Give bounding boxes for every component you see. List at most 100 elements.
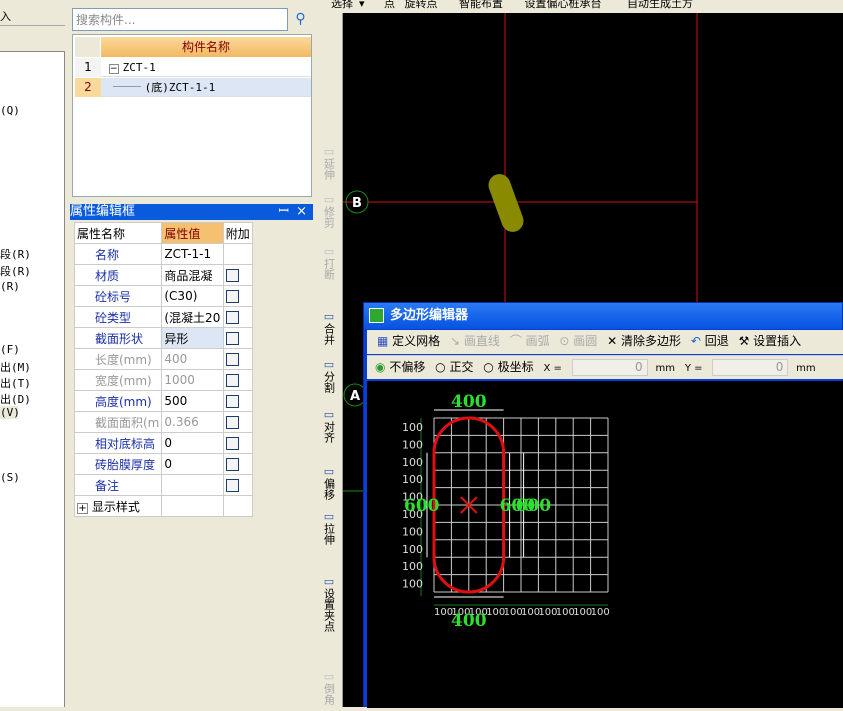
property-row[interactable]: 高度(mm) 500 xyxy=(73,390,254,412)
menu-item[interactable]: (Q) xyxy=(0,104,20,117)
tool-6[interactable]: ▭ 偏移 xyxy=(318,465,340,500)
close-icon[interactable]: × xyxy=(296,204,307,220)
extra-checkbox[interactable] xyxy=(225,416,239,429)
auto-earthwork-button[interactable]: 自动生成土方 xyxy=(627,0,693,9)
menu-item[interactable]: 段(R) xyxy=(0,246,31,262)
table-row[interactable]: 1 − ZCT-1 xyxy=(75,58,311,77)
dim-bottom: 400 xyxy=(451,611,487,631)
dim-right: 600 xyxy=(516,496,552,516)
menu-item-selected[interactable]: (V) xyxy=(0,406,20,419)
tool-2[interactable]: ▭ 打断 xyxy=(318,245,340,280)
property-row[interactable]: 长度(mm) 400 xyxy=(73,348,254,370)
menu-item[interactable]: (S) xyxy=(0,471,20,484)
smart-layout-button[interactable]: 智能布置 xyxy=(459,0,503,9)
polygon-canvas[interactable]: 100 100 100 100 100 100 100 100 100 100 100 100 100 1… xyxy=(367,381,843,708)
extra-checkbox[interactable] xyxy=(225,395,239,408)
table-row-selected[interactable]: 2 (底)ZCT-1-1 xyxy=(75,78,311,97)
property-value[interactable]: ZCT-1-1 xyxy=(161,243,224,265)
label: 画直线 xyxy=(463,334,500,348)
dropdown-icon[interactable]: ▾ xyxy=(359,0,365,9)
extra-cell xyxy=(222,411,254,433)
define-grid-button[interactable]: ▦ 定义网格 xyxy=(377,330,440,352)
property-value[interactable]: (混凝土20 xyxy=(161,306,224,328)
menu-item[interactable]: 出(M) xyxy=(0,359,31,375)
property-value[interactable]: 1000 xyxy=(161,369,224,391)
property-value[interactable]: 0.366 xyxy=(161,411,224,433)
label: 设置插入 xyxy=(753,334,802,348)
extra-checkbox[interactable] xyxy=(225,332,239,345)
property-row[interactable]: 截面面积(m 0.366 xyxy=(73,411,254,433)
property-row[interactable]: 截面形状 异形 xyxy=(73,327,254,349)
clear-polygon-button[interactable]: ✕ 清除多边形 xyxy=(607,330,681,352)
property-value[interactable] xyxy=(161,474,224,496)
dim-top: 400 xyxy=(451,392,487,412)
extra-checkbox[interactable] xyxy=(225,269,239,282)
property-value[interactable]: 0 xyxy=(161,432,224,454)
menu-item[interactable]: (R) xyxy=(0,280,20,293)
property-value[interactable]: 0 xyxy=(161,453,224,475)
property-row[interactable]: 名称 ZCT-1-1 xyxy=(73,243,254,265)
eccentric-cap-button[interactable]: 设置偏心桩承台 xyxy=(525,0,602,9)
y-input[interactable]: 0 xyxy=(712,359,789,376)
property-value[interactable]: 异形 xyxy=(161,327,224,349)
rotate-point-button[interactable]: 旋转点 xyxy=(405,0,438,9)
select-button[interactable]: 选择 xyxy=(331,0,353,9)
tool-4[interactable]: ▭ 分割 xyxy=(318,358,340,393)
property-value[interactable]: 400 xyxy=(161,348,224,370)
app-icon xyxy=(369,308,384,323)
extra-checkbox[interactable] xyxy=(225,437,239,450)
mode-polar[interactable]: ○ 极坐标 xyxy=(483,356,533,378)
menu-item[interactable]: 段(R) xyxy=(0,263,31,279)
property-row[interactable]: 材质 商品混凝 xyxy=(73,264,254,286)
tool-8[interactable]: ▭ 设置夹点 xyxy=(318,575,340,632)
pin-icon[interactable]: ꟷ xyxy=(278,204,289,220)
property-value[interactable]: 商品混凝 xyxy=(161,264,224,286)
group-display-style[interactable]: + 显示样式 xyxy=(73,495,163,517)
extra-checkbox[interactable] xyxy=(225,290,239,303)
search-input[interactable]: 搜索构件... xyxy=(72,8,288,31)
property-row[interactable]: 备注 xyxy=(73,474,254,496)
component-panel: 搜索构件... ⚲ 构件名称 1 − ZCT-1 2 (底)ZCT-1-1 属性… xyxy=(70,0,315,707)
tool-icon: ▭ xyxy=(323,465,335,478)
draw-line-button[interactable]: ↘ 画直线 xyxy=(450,330,500,352)
pile-cap-shape[interactable] xyxy=(485,171,526,235)
property-value[interactable]: (C30) xyxy=(161,285,224,307)
extra-checkbox[interactable] xyxy=(225,374,239,387)
search-icon[interactable]: ⚲ xyxy=(289,8,312,31)
tool-label: 设置夹点 xyxy=(322,588,336,632)
collapse-icon[interactable]: − xyxy=(108,64,119,74)
menu-item[interactable]: (F) xyxy=(0,343,20,356)
tool-0[interactable]: ▭ 延伸 xyxy=(318,145,340,180)
mode-no-offset[interactable]: ◉ 不偏移 xyxy=(375,356,425,378)
property-value[interactable]: 500 xyxy=(161,390,224,412)
mode-orthogonal[interactable]: ○ 正交 xyxy=(435,356,473,378)
dialog-title-bar[interactable]: 多边形编辑器 xyxy=(364,303,842,329)
property-row[interactable]: 砖胎膜厚度 0 xyxy=(73,453,254,475)
property-row[interactable]: 砼类型 (混凝土20 xyxy=(73,306,254,328)
draw-arc-button[interactable]: ⌒ 画弧 xyxy=(510,330,550,352)
draw-circle-button[interactable]: ⊙ 画圆 xyxy=(559,330,597,352)
extra-checkbox[interactable] xyxy=(225,311,239,324)
set-insert-button[interactable]: ⚒ 设置插入 xyxy=(739,330,802,352)
menu-item[interactable]: 入 xyxy=(0,8,11,24)
menu-item[interactable]: 出(D) xyxy=(0,391,31,407)
menu-item[interactable]: 出(T) xyxy=(0,375,31,391)
property-row[interactable]: 宽度(mm) 1000 xyxy=(73,369,254,391)
tool-7[interactable]: ▭ 拉伸 xyxy=(318,510,340,545)
extra-checkbox[interactable] xyxy=(225,353,239,366)
tool-3[interactable]: ▭ 合并 xyxy=(318,310,340,345)
property-row[interactable]: 砼标号 (C30) xyxy=(73,285,254,307)
expand-icon[interactable]: + xyxy=(77,502,88,514)
tool-9[interactable]: ▭ 倒角 xyxy=(318,670,340,705)
x-input[interactable]: 0 xyxy=(571,359,648,376)
tool-icon: ▭ xyxy=(323,670,335,683)
undo-button[interactable]: ↶ 回退 xyxy=(691,330,729,352)
point-button[interactable]: 点 xyxy=(384,0,395,9)
tool-5[interactable]: ▭ 对齐 xyxy=(318,408,340,443)
column-header[interactable]: 构件名称 xyxy=(101,37,311,57)
tool-1[interactable]: ▭ 修剪 xyxy=(318,193,340,228)
extra-checkbox[interactable] xyxy=(225,479,239,492)
extra-checkbox[interactable] xyxy=(225,458,239,471)
property-row[interactable]: 相对底标高 0 xyxy=(73,432,254,454)
grid-tick-label: 100 xyxy=(573,607,592,618)
